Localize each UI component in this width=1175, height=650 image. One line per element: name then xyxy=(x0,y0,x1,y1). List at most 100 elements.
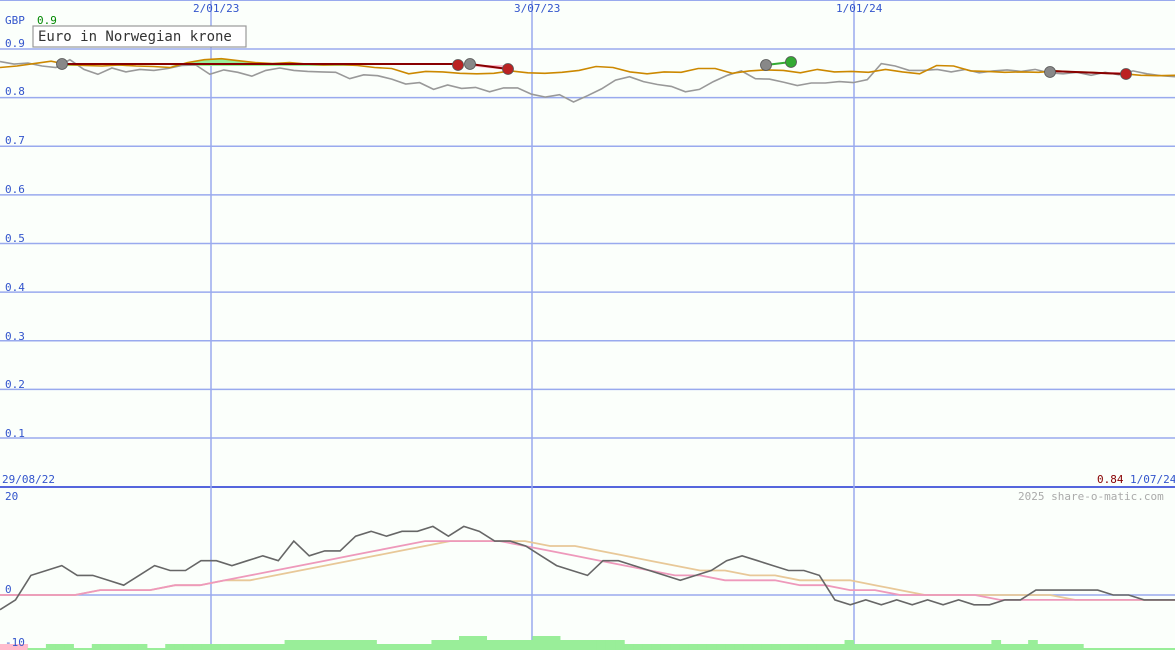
y-tick-0.7: 0.7 xyxy=(5,134,25,147)
hist-bar xyxy=(376,644,387,650)
hist-bar xyxy=(468,636,478,650)
hist-bar xyxy=(91,644,102,650)
hist-bar xyxy=(973,644,983,650)
range-max-label: 0.9 xyxy=(37,14,57,27)
hist-bar xyxy=(238,644,249,650)
hist-bar xyxy=(743,644,754,650)
hist-bar xyxy=(440,640,451,650)
y-tick-0.2: 0.2 xyxy=(5,378,25,391)
hist-bar xyxy=(706,644,717,650)
hist-bar xyxy=(137,644,148,650)
hist-bar xyxy=(1064,644,1075,650)
hist-bar xyxy=(128,644,139,650)
hist-bar xyxy=(403,644,414,650)
hist-bar xyxy=(523,640,533,650)
hist-bar xyxy=(633,644,644,650)
hist-bar xyxy=(1009,644,1020,650)
hist-bar xyxy=(394,644,405,650)
hist-bar xyxy=(734,644,745,650)
hist-bar xyxy=(302,640,313,650)
hist-bar xyxy=(275,644,286,650)
hist-bar xyxy=(55,644,65,650)
hist-bar xyxy=(183,644,194,650)
hist-bar xyxy=(257,644,267,650)
hist-bar xyxy=(927,644,937,650)
hist-bar xyxy=(789,644,800,650)
hist-bar xyxy=(247,644,258,650)
hist-bar xyxy=(422,644,432,650)
hist-bar xyxy=(844,640,855,650)
hist-bar xyxy=(211,644,221,650)
hist-bar xyxy=(596,640,607,650)
hist-bar xyxy=(348,640,359,650)
hist-bar xyxy=(725,644,735,650)
share-chart: GBP 0.9 Euro in Norwegian krone 0.9 0.8 … xyxy=(0,0,1175,650)
hist-bar xyxy=(826,644,836,650)
hist-bar xyxy=(835,644,846,650)
osc-tick-20: 20 xyxy=(5,490,18,503)
trade-marker xyxy=(502,63,514,75)
hist-bar xyxy=(1074,644,1084,650)
trade-marker xyxy=(464,58,476,70)
hist-bar xyxy=(413,644,423,650)
hist-bar xyxy=(908,644,919,650)
hist-bar xyxy=(550,636,561,650)
x-tick-1-01-24: 1/01/24 xyxy=(836,2,883,15)
hist-bar xyxy=(798,644,809,650)
hist-bar xyxy=(165,644,175,650)
hist-bar xyxy=(605,640,616,650)
hist-bar xyxy=(110,644,120,650)
start-date-label: 29/08/22 xyxy=(2,473,55,486)
hist-bar xyxy=(266,644,276,650)
x-tick-3-07-23: 3/07/23 xyxy=(514,2,560,15)
y-tick-0.3: 0.3 xyxy=(5,330,25,343)
hist-bar xyxy=(541,636,552,650)
hist-bar xyxy=(385,644,396,650)
hist-bar xyxy=(486,640,497,650)
hist-bar xyxy=(514,640,524,650)
hist-bar xyxy=(532,636,543,650)
trade-marker xyxy=(452,59,464,71)
hist-bar xyxy=(890,644,901,650)
hist-bar xyxy=(917,644,928,650)
hist-bar xyxy=(615,640,625,650)
osc-tick-minus-10: -10 xyxy=(5,636,25,649)
hist-bar xyxy=(330,640,341,650)
currency-label: GBP xyxy=(5,14,25,27)
hist-bar xyxy=(201,644,212,650)
hist-bar xyxy=(945,644,956,650)
hist-bar xyxy=(679,644,689,650)
hist-bar xyxy=(1037,644,1047,650)
hist-bar xyxy=(1046,644,1057,650)
hist-bar xyxy=(284,640,295,650)
hist-bar xyxy=(716,644,726,650)
hist-bar xyxy=(504,640,515,650)
hist-bar xyxy=(660,644,671,650)
hist-bar xyxy=(991,640,1002,650)
hist-bar xyxy=(229,644,240,650)
hist-bar xyxy=(220,644,230,650)
hist-bar xyxy=(45,644,56,650)
hist-bar xyxy=(982,644,992,650)
trade-marker xyxy=(1044,66,1056,78)
hist-bar xyxy=(367,640,377,650)
hist-bar xyxy=(688,644,699,650)
hist-bar xyxy=(853,644,864,650)
end-date-label: 1/07/24 xyxy=(1130,473,1175,486)
y-tick-labels: 0.9 0.8 0.7 0.6 0.5 0.4 0.3 0.2 0.1 xyxy=(5,37,25,440)
hist-bar xyxy=(862,644,873,650)
hist-bar xyxy=(881,644,891,650)
hist-bar xyxy=(670,644,680,650)
hist-bar xyxy=(578,640,588,650)
hist-bar xyxy=(119,644,130,650)
hist-bar xyxy=(431,640,442,650)
hist-bar xyxy=(807,644,818,650)
hist-bar xyxy=(1018,644,1029,650)
hist-bar xyxy=(569,640,579,650)
watermark: 2025 share-o-matic.com xyxy=(1018,490,1164,503)
y-tick-0.6: 0.6 xyxy=(5,183,25,196)
hist-bar xyxy=(312,640,322,650)
hist-bar xyxy=(1000,644,1011,650)
hist-bar xyxy=(816,644,827,650)
last-value-label: 0.84 xyxy=(1097,473,1124,486)
